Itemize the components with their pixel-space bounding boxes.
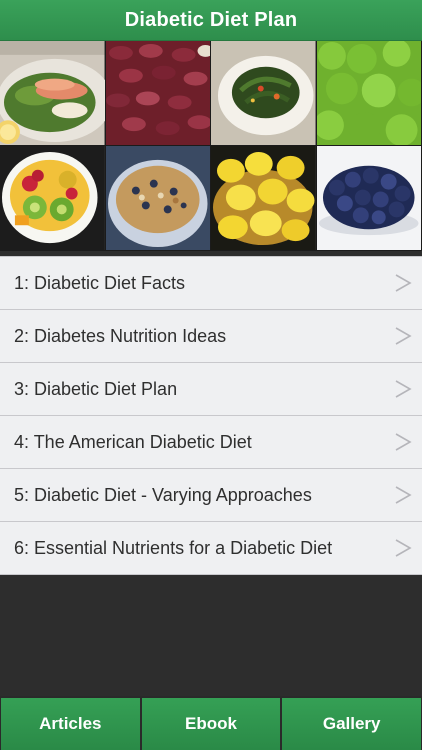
- list-item-american-diabetic-diet[interactable]: 4: The American Diabetic Diet: [0, 416, 422, 469]
- greens-bowl-photo: [211, 41, 317, 146]
- blueberries-photo: [316, 146, 422, 251]
- tab-articles[interactable]: Articles: [1, 698, 140, 750]
- list-item-essential-nutrients[interactable]: 6: Essential Nutrients for a Diabetic Di…: [0, 522, 422, 575]
- food-image-grid: [0, 41, 422, 251]
- chevron-right-icon: [395, 539, 412, 557]
- fruit-salad-photo: [0, 146, 106, 251]
- page-title: Diabetic Diet Plan: [124, 8, 298, 31]
- list-item-label: 4: The American Diabetic Diet: [14, 431, 252, 452]
- list-item-label: 6: Essential Nutrients for a Diabetic Di…: [14, 537, 333, 558]
- article-list: 1: Diabetic Diet Facts 2: Diabetes Nutri…: [0, 256, 422, 575]
- chevron-right-icon: [395, 433, 412, 451]
- lettuce-photo: [316, 41, 422, 146]
- navigation-bar: Diabetic Diet Plan: [0, 0, 422, 41]
- list-item-label: 3: Diabetic Diet Plan: [14, 378, 178, 399]
- tab-ebook[interactable]: Ebook: [141, 698, 281, 750]
- lemons-photo: [211, 146, 317, 251]
- list-item-diabetic-diet-plan[interactable]: 3: Diabetic Diet Plan: [0, 363, 422, 416]
- chevron-right-icon: [395, 274, 412, 292]
- list-item-diabetes-nutrition-ideas[interactable]: 2: Diabetes Nutrition Ideas: [0, 310, 422, 363]
- kidney-beans-photo: [105, 41, 211, 146]
- list-item-label: 1: Diabetic Diet Facts: [14, 272, 186, 293]
- bottom-tab-bar: Articles Ebook Gallery: [0, 696, 422, 750]
- tab-gallery[interactable]: Gallery: [282, 698, 422, 750]
- app-screen: Diabetic Diet Plan 1: Diabetic Diet Fact…: [0, 0, 422, 750]
- list-item-label: 2: Diabetes Nutrition Ideas: [14, 325, 227, 346]
- salad-photo: [0, 41, 106, 146]
- list-item-label: 5: Diabetic Diet - Varying Approaches: [14, 484, 312, 505]
- chevron-right-icon: [395, 486, 412, 504]
- granola-bowl-photo: [105, 146, 211, 251]
- list-item-varying-approaches[interactable]: 5: Diabetic Diet - Varying Approaches: [0, 469, 422, 522]
- chevron-right-icon: [395, 380, 412, 398]
- list-item-diabetic-diet-facts[interactable]: 1: Diabetic Diet Facts: [0, 256, 422, 310]
- chevron-right-icon: [395, 327, 412, 345]
